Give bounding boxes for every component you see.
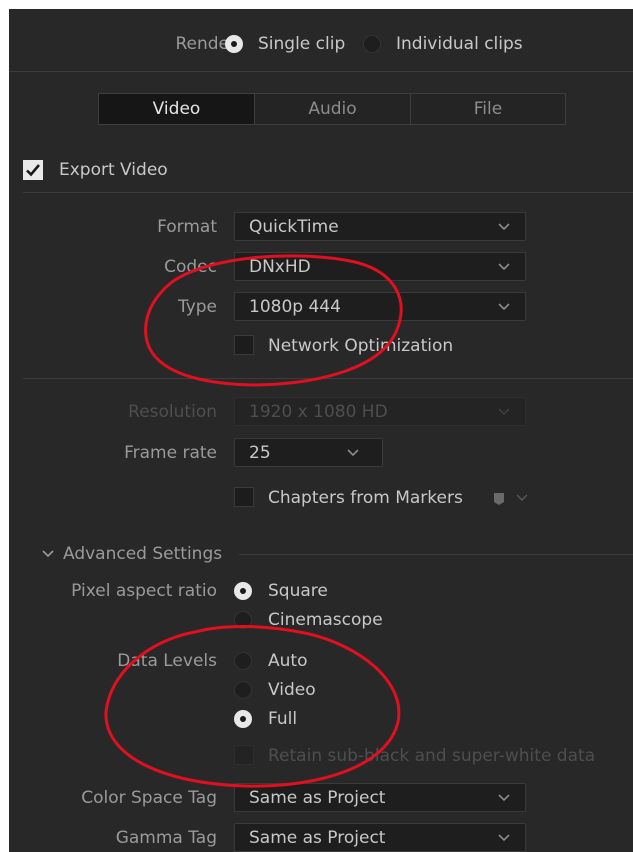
pixel-aspect-square-label[interactable]: Square: [268, 581, 328, 601]
data-levels-label: Data Levels: [117, 651, 217, 671]
codec-dropdown[interactable]: DNxHD: [234, 252, 526, 281]
pixel-aspect-cinemascope-radio[interactable]: [234, 611, 252, 629]
pixel-aspect-square-radio[interactable]: [234, 582, 252, 600]
resolution-dropdown[interactable]: 1920 x 1080 HD: [234, 397, 526, 426]
data-levels-full-label[interactable]: Full: [268, 709, 297, 729]
type-label: Type: [177, 297, 217, 317]
resolution-label: Resolution: [128, 402, 217, 422]
codec-value: DNxHD: [249, 257, 311, 277]
divider: [239, 554, 633, 555]
color-space-tag-value: Same as Project: [249, 788, 386, 808]
tab-video[interactable]: Video: [99, 94, 254, 124]
checkmark-icon: [26, 164, 40, 177]
network-optimization-label[interactable]: Network Optimization: [268, 336, 453, 356]
advanced-settings-header[interactable]: Advanced Settings: [63, 544, 222, 564]
color-space-tag-dropdown[interactable]: Same as Project: [234, 783, 526, 812]
resolution-value: 1920 x 1080 HD: [249, 402, 388, 422]
chevron-down-icon[interactable]: [41, 549, 55, 559]
retain-sub-black-label: Retain sub-black and super-white data: [268, 746, 596, 766]
frame-rate-dropdown[interactable]: 25: [234, 438, 383, 467]
tab-file[interactable]: File: [411, 94, 565, 124]
chevron-down-icon: [498, 223, 510, 231]
format-value: QuickTime: [249, 217, 339, 237]
chevron-down-icon: [498, 794, 510, 802]
marker-icon[interactable]: [493, 492, 505, 506]
gamma-tag-label: Gamma Tag: [115, 828, 217, 848]
type-dropdown[interactable]: 1080p 444: [234, 292, 526, 321]
divider: [23, 378, 633, 379]
gamma-tag-value: Same as Project: [249, 828, 386, 848]
pixel-aspect-cinemascope-label[interactable]: Cinemascope: [268, 610, 383, 630]
type-value: 1080p 444: [249, 297, 341, 317]
frame-rate-label: Frame rate: [124, 443, 217, 463]
frame-rate-value: 25: [249, 443, 271, 463]
chevron-down-icon: [498, 408, 510, 416]
retain-sub-black-checkbox[interactable]: [234, 745, 254, 765]
chapters-from-markers-checkbox[interactable]: [234, 487, 254, 507]
format-dropdown[interactable]: QuickTime: [234, 212, 526, 241]
chapters-from-markers-label[interactable]: Chapters from Markers: [268, 488, 463, 508]
chevron-down-icon: [498, 834, 510, 842]
data-levels-video-radio[interactable]: [234, 681, 252, 699]
tab-audio[interactable]: Audio: [255, 94, 410, 124]
format-label: Format: [157, 217, 217, 237]
divider: [9, 71, 633, 72]
render-settings-panel: Render Single clip Individual clips Vide…: [9, 9, 633, 852]
chevron-down-icon: [498, 303, 510, 311]
export-video-label[interactable]: Export Video: [59, 160, 168, 180]
render-individual-clips-radio[interactable]: [363, 35, 381, 53]
export-video-checkbox[interactable]: [23, 160, 43, 180]
color-space-tag-label: Color Space Tag: [81, 788, 217, 808]
output-tabs: Video Audio File: [98, 93, 566, 125]
pixel-aspect-ratio-label: Pixel aspect ratio: [71, 581, 217, 601]
chevron-down-icon: [347, 449, 359, 457]
chevron-down-icon: [498, 263, 510, 271]
data-levels-video-label[interactable]: Video: [268, 680, 316, 700]
network-optimization-checkbox[interactable]: [234, 335, 254, 355]
chevron-down-icon[interactable]: [515, 493, 529, 503]
render-single-clip-label[interactable]: Single clip: [258, 34, 345, 54]
data-levels-auto-label[interactable]: Auto: [268, 651, 307, 671]
render-individual-clips-label[interactable]: Individual clips: [396, 34, 523, 54]
render-single-clip-radio[interactable]: [225, 35, 243, 53]
gamma-tag-dropdown[interactable]: Same as Project: [234, 823, 526, 852]
divider: [23, 192, 633, 193]
codec-label: Codec: [164, 257, 217, 277]
data-levels-full-radio[interactable]: [234, 710, 252, 728]
data-levels-auto-radio[interactable]: [234, 652, 252, 670]
